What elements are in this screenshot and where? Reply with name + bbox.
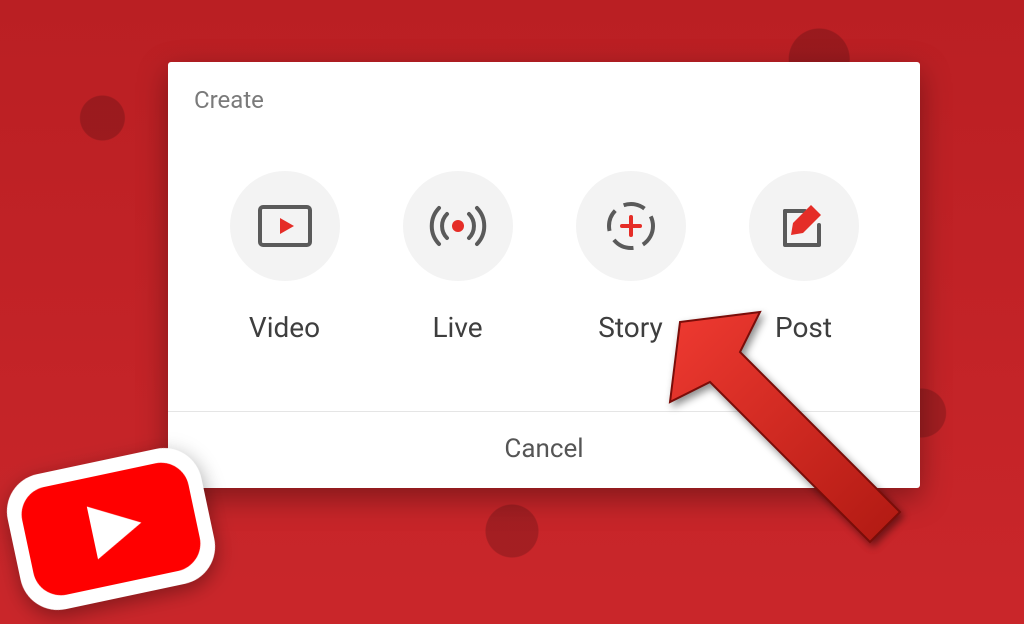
story-icon xyxy=(576,171,686,281)
create-option-post-label: Post xyxy=(775,311,832,344)
create-option-video-label: Video xyxy=(249,311,320,344)
create-option-video[interactable]: Video xyxy=(230,171,340,344)
create-options-row: Video Live xyxy=(168,124,920,411)
create-option-live[interactable]: Live xyxy=(403,171,513,344)
create-option-live-label: Live xyxy=(432,311,482,344)
live-icon xyxy=(403,171,513,281)
video-icon xyxy=(230,171,340,281)
dialog-title: Create xyxy=(168,62,920,124)
create-option-post[interactable]: Post xyxy=(749,171,859,344)
cancel-button[interactable]: Cancel xyxy=(168,412,920,488)
create-option-story[interactable]: Story xyxy=(576,171,686,344)
create-dialog: Create Video Liv xyxy=(168,62,920,488)
post-icon xyxy=(749,171,859,281)
create-option-story-label: Story xyxy=(598,311,662,344)
